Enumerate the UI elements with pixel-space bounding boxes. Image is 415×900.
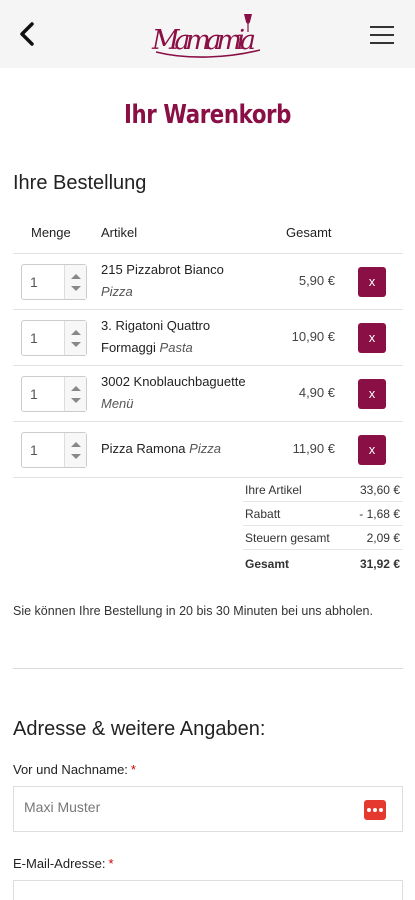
total-label: Gesamt xyxy=(245,557,290,571)
email-label-text: E-Mail-Adresse: xyxy=(13,856,106,871)
section-divider xyxy=(13,668,403,669)
quantity-stepper[interactable]: 1 xyxy=(21,432,87,468)
summary-label: Ihre Artikel xyxy=(245,483,302,497)
column-header-qty: Menge xyxy=(31,225,71,240)
article-cell: 215 Pizzabrot Bianco Pizza xyxy=(101,259,281,303)
summary-value: 2,09 € xyxy=(366,531,400,545)
name-field[interactable] xyxy=(13,786,403,832)
summary-row-discount: Rabatt - 1,68 € xyxy=(243,502,403,526)
article-name: 3002 Knoblauchbaguette xyxy=(101,374,246,389)
password-manager-icon[interactable] xyxy=(364,800,386,820)
name-label-text: Vor und Nachname: xyxy=(13,762,128,777)
summary-row-items: Ihre Artikel 33,60 € xyxy=(243,478,403,502)
quantity-stepper[interactable]: 1 xyxy=(21,320,87,356)
app: Mamamia Ihr Warenkorb Ihre Bestellung Me… xyxy=(0,0,415,900)
menu-line xyxy=(370,34,394,36)
summary-label: Rabatt xyxy=(245,507,281,521)
article-cell: Pizza Ramona Pizza xyxy=(101,438,281,460)
name-field-label: Vor und Nachname: * xyxy=(13,762,136,777)
order-row: 1 3. Rigatoni Quattro Formaggi Pasta 10,… xyxy=(13,310,403,366)
quantity-value[interactable]: 1 xyxy=(30,274,38,290)
increment-arrow-icon[interactable] xyxy=(71,330,81,335)
article-category: Pizza xyxy=(101,284,133,299)
dot xyxy=(379,808,383,812)
decrement-arrow-icon[interactable] xyxy=(71,342,81,347)
remove-item-button[interactable]: x xyxy=(358,323,386,353)
decrement-arrow-icon[interactable] xyxy=(71,454,81,459)
dot xyxy=(373,808,377,812)
back-button[interactable] xyxy=(12,18,44,50)
brand-logo: Mamamia xyxy=(148,6,268,62)
decrement-arrow-icon[interactable] xyxy=(71,398,81,403)
stepper-arrows xyxy=(64,377,86,411)
item-price: 4,90 € xyxy=(298,385,335,400)
order-row: 1 Pizza Ramona Pizza 11,90 € x xyxy=(13,422,403,478)
stepper-arrows xyxy=(64,265,86,299)
email-field[interactable] xyxy=(13,880,403,900)
summary-value: 33,60 € xyxy=(359,483,400,497)
svg-text:Mamamia: Mamamia xyxy=(151,25,256,56)
article-category: Menü xyxy=(101,396,134,411)
menu-line xyxy=(370,26,394,28)
top-bar: Mamamia xyxy=(0,0,415,68)
article-category: Pizza xyxy=(189,441,221,456)
required-marker: * xyxy=(130,762,136,777)
stepper-arrows xyxy=(64,321,86,355)
menu-line xyxy=(370,42,394,44)
hamburger-menu-icon[interactable] xyxy=(368,22,400,48)
email-field-label: E-Mail-Adresse: * xyxy=(13,856,114,871)
order-summary: Ihre Artikel 33,60 € Rabatt - 1,68 € Ste… xyxy=(243,478,403,574)
article-name: Pizza Ramona xyxy=(101,441,186,456)
summary-value: - 1,68 € xyxy=(359,507,400,521)
item-price: 5,90 € xyxy=(298,273,335,288)
item-price: 11,90 € xyxy=(292,441,335,456)
page-title: Ihr Warenkorb xyxy=(123,100,292,130)
name-input[interactable] xyxy=(24,799,344,815)
email-input[interactable] xyxy=(24,893,344,900)
increment-arrow-icon[interactable] xyxy=(71,386,81,391)
quantity-stepper[interactable]: 1 xyxy=(21,264,87,300)
remove-item-button[interactable]: x xyxy=(358,435,386,465)
quantity-value[interactable]: 1 xyxy=(30,330,38,346)
order-row: 1 3002 Knoblauchbaguette Menü 4,90 € x xyxy=(13,366,403,422)
quantity-value[interactable]: 1 xyxy=(30,386,38,402)
order-row: 1 215 Pizzabrot Bianco Pizza 5,90 € x xyxy=(13,254,403,310)
column-header-total: Gesamt xyxy=(286,225,332,240)
increment-arrow-icon[interactable] xyxy=(71,442,81,447)
order-table-header: Menge Artikel Gesamt xyxy=(13,214,403,254)
required-marker: * xyxy=(108,856,114,871)
order-section-title: Ihre Bestellung xyxy=(13,172,147,194)
address-section-title: Adresse & weitere Angaben: xyxy=(13,718,266,740)
quantity-value[interactable]: 1 xyxy=(30,442,38,458)
column-header-article: Artikel xyxy=(101,225,138,240)
article-cell: 3002 Knoblauchbaguette Menü xyxy=(101,371,281,415)
total-value: 31,92 € xyxy=(359,557,400,571)
summary-row-total: Gesamt 31,92 € xyxy=(243,550,403,574)
pickup-note: Sie können Ihre Bestellung in 20 bis 30 … xyxy=(13,604,373,618)
quantity-stepper[interactable]: 1 xyxy=(21,376,87,412)
summary-label: Steuern gesamt xyxy=(245,531,330,545)
article-category: Pasta xyxy=(159,340,193,355)
decrement-arrow-icon[interactable] xyxy=(71,286,81,291)
item-price: 10,90 € xyxy=(291,329,335,344)
chevron-left-icon xyxy=(20,22,34,46)
stepper-arrows xyxy=(64,433,86,467)
remove-item-button[interactable]: x xyxy=(358,379,386,409)
summary-row-tax: Steuern gesamt 2,09 € xyxy=(243,526,403,550)
article-cell: 3. Rigatoni Quattro Formaggi Pasta xyxy=(101,315,251,359)
increment-arrow-icon[interactable] xyxy=(71,274,81,279)
dot xyxy=(367,808,371,812)
article-name: 3. Rigatoni Quattro Formaggi xyxy=(101,318,211,355)
remove-item-button[interactable]: x xyxy=(358,267,386,297)
article-name: 215 Pizzabrot Bianco xyxy=(101,262,224,277)
